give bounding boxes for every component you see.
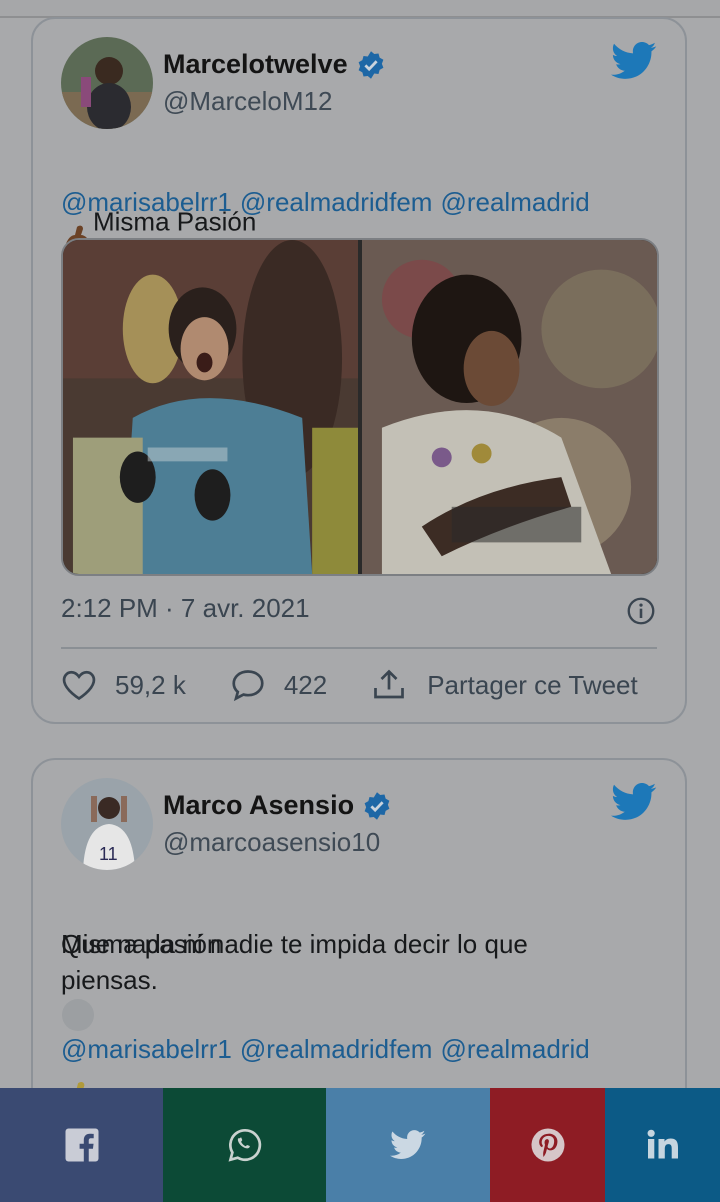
share-label: Partager ce Tweet	[427, 669, 638, 700]
share-twitter-button[interactable]	[326, 1088, 490, 1202]
pinterest-icon	[531, 1128, 564, 1162]
avatar[interactable]	[61, 37, 153, 129]
verified-icon	[358, 50, 383, 79]
author-handle[interactable]: @marcoasensio10	[163, 827, 380, 858]
mention-link[interactable]: @realmadridfem	[240, 187, 433, 218]
social-share-bar	[0, 1088, 720, 1202]
share-linkedin-button[interactable]	[605, 1088, 720, 1202]
mention-link[interactable]: @realmadrid	[440, 1034, 589, 1065]
tweet-timestamp[interactable]: 2:12 PM · 7 avr. 2021	[61, 593, 310, 624]
twitter-bird-icon[interactable]	[611, 41, 657, 81]
mention-link[interactable]: @marisabelrr1	[61, 187, 232, 218]
author-handle[interactable]: @MarceloM12	[163, 86, 332, 117]
tweet-actions: 59,2 k 422 Partager ce Tweet	[61, 667, 638, 703]
like-count: 59,2 k	[115, 669, 186, 700]
avatar[interactable]: 11	[61, 778, 153, 870]
whatsapp-icon	[228, 1128, 261, 1162]
verified-icon	[364, 791, 390, 820]
svg-text:11: 11	[99, 844, 118, 864]
tweet-card-asensio[interactable]: 11 Marco Asensio @marcoasensio10 Misma p…	[31, 758, 687, 1118]
share-pinterest-button[interactable]	[490, 1088, 605, 1202]
mention-link[interactable]: @marisabelrr1	[61, 1034, 232, 1065]
mention-link[interactable]: @realmadridfem	[240, 1034, 433, 1065]
info-icon[interactable]	[627, 597, 655, 625]
share-icon	[374, 669, 405, 699]
reply-icon	[232, 670, 264, 702]
media-photo-right[interactable]	[362, 240, 657, 574]
author-name[interactable]: Marco Asensio	[163, 790, 354, 821]
tweet-text-rest: Que nada ni nadie te impida decir lo que…	[61, 929, 528, 995]
tweet-mentions: @marisabelrr1 @realmadridfem @realmadrid	[61, 187, 590, 218]
top-edge	[0, 0, 720, 18]
heart-icon	[62, 670, 96, 701]
facebook-icon	[65, 1128, 98, 1162]
tweet-card-marcelo[interactable]: Marcelotwelve @MarceloM12 Misma Pasión @…	[31, 17, 687, 724]
mention-link[interactable]: @realmadrid	[440, 187, 589, 218]
twitter-bird-icon[interactable]	[611, 782, 657, 822]
share-tweet-button[interactable]: Partager ce Tweet	[371, 667, 638, 703]
author-name[interactable]: Marcelotwelve	[163, 49, 348, 80]
like-button[interactable]: 59,2 k	[61, 667, 186, 703]
media-photo-left[interactable]	[63, 240, 358, 574]
tweet-media[interactable]	[61, 238, 659, 576]
tweet-text: Misma pasión	[61, 890, 221, 1120]
reply-count: 422	[283, 669, 328, 700]
reply-button[interactable]: 422	[230, 667, 327, 703]
linkedin-icon	[647, 1129, 678, 1159]
tweet-mentions: @marisabelrr1 @realmadridfem @realmadrid	[61, 1034, 590, 1065]
twitter-icon	[390, 1130, 426, 1159]
divider	[61, 647, 657, 649]
share-whatsapp-button[interactable]	[163, 1088, 326, 1202]
share-facebook-button[interactable]	[0, 1088, 163, 1202]
